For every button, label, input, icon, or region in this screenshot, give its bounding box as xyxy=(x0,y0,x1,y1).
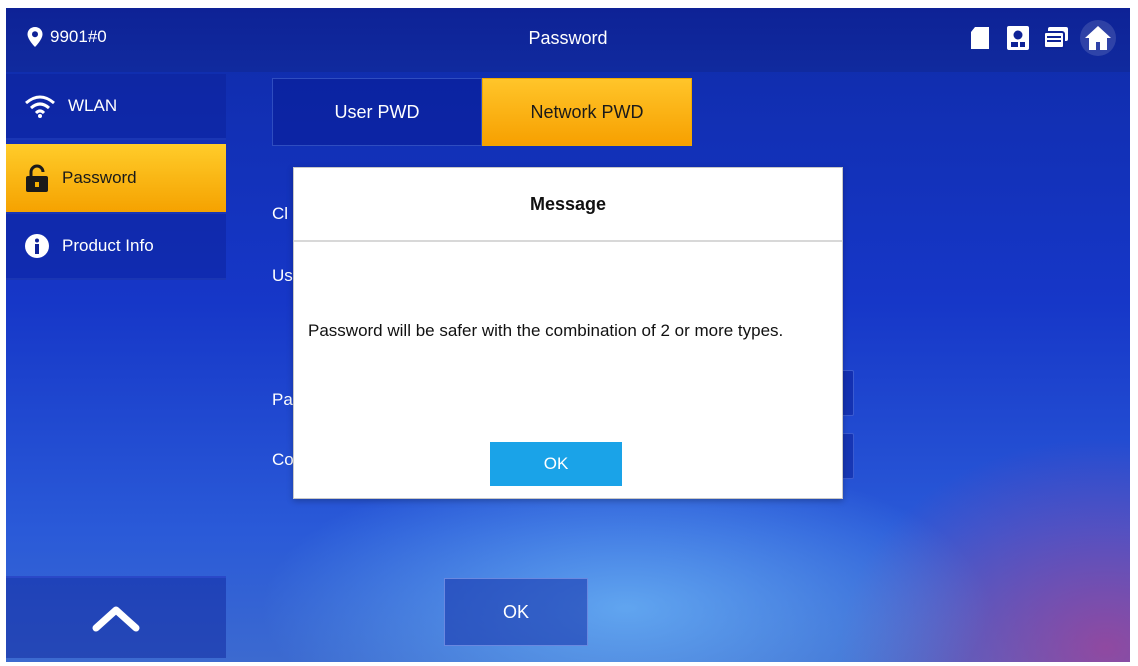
message-dialog: Message Password will be safer with the … xyxy=(293,167,843,499)
sidebar: WLAN Password Product Info xyxy=(6,74,226,280)
tab-bar: User PWD Network PWD xyxy=(272,78,692,146)
home-button[interactable] xyxy=(1080,20,1116,56)
ok-button[interactable]: OK xyxy=(444,578,588,646)
form-label-3: Pa xyxy=(272,390,293,409)
wifi-icon xyxy=(25,95,55,118)
sidebar-item-label: Product Info xyxy=(62,236,154,255)
dialog-ok-button[interactable]: OK xyxy=(490,442,622,486)
sidebar-item-password[interactable]: Password xyxy=(6,144,226,214)
page-title: Password xyxy=(528,28,608,48)
sidebar-item-label: WLAN xyxy=(68,96,118,115)
monitor-icon xyxy=(1042,24,1070,52)
camera-status-icon xyxy=(1004,24,1032,52)
top-bar: 9901#0 Password xyxy=(6,8,1130,72)
chevron-up-icon xyxy=(92,606,140,632)
dialog-title: Message xyxy=(294,168,842,242)
form-label-1: Cl xyxy=(272,204,289,223)
sidebar-item-product-info[interactable]: Product Info xyxy=(6,214,226,280)
app-screen: 9901#0 Password WLAN Password Product In… xyxy=(6,8,1130,662)
status-icons xyxy=(966,20,1116,56)
tab-user-pwd[interactable]: User PWD xyxy=(272,78,482,146)
info-icon xyxy=(25,234,49,258)
lock-icon xyxy=(26,164,48,192)
sd-card-icon xyxy=(966,24,994,52)
sidebar-item-label: Password xyxy=(62,168,137,187)
sidebar-item-wlan[interactable]: WLAN xyxy=(6,74,226,140)
scroll-up-button[interactable] xyxy=(6,576,226,658)
dialog-message: Password will be safer with the combinat… xyxy=(308,321,784,340)
form-label-4: Co xyxy=(272,450,294,469)
home-icon xyxy=(1085,26,1111,50)
form-label-2: Us xyxy=(272,266,293,285)
tab-network-pwd[interactable]: Network PWD xyxy=(482,78,692,146)
